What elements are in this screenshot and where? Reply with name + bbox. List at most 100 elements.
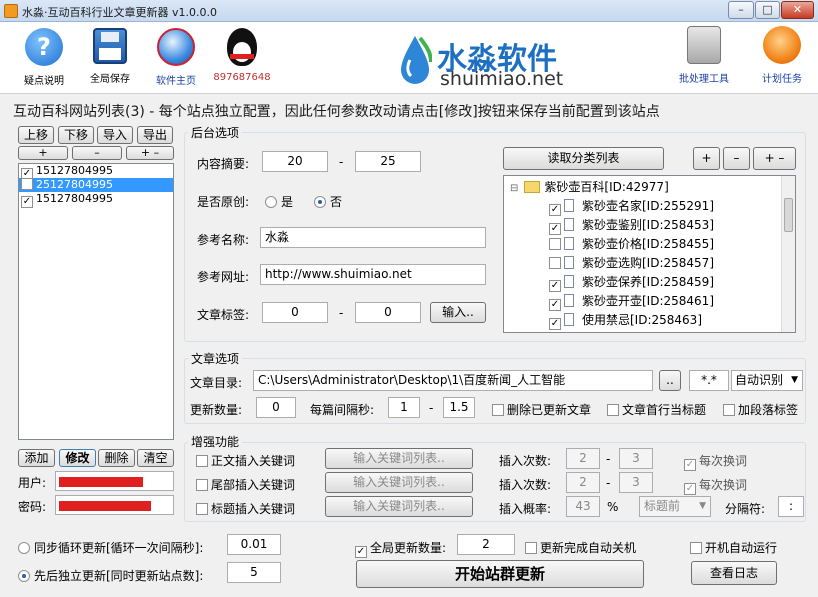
ref-url-input[interactable]: http://www.shuimiao.net [260,264,486,285]
tree-item[interactable]: ✓ 紫砂壶鉴别[ID:258453] [549,216,714,235]
title-keyword-list-button[interactable]: 输入关键词列表.. [325,496,473,517]
checkbox[interactable]: ✓ [355,546,367,558]
read-category-button[interactable]: 读取分类列表 [503,147,664,170]
scrollbar-thumb[interactable] [784,198,793,232]
category-tree[interactable]: ⊟ 紫砂壶百科[ID:42977] ✓ 紫砂壶名家[ID:255291] ✓ 紫砂壶鉴… [503,175,796,333]
import-button[interactable]: 导入 [97,126,133,144]
interval-max-input[interactable]: 1.5 [443,397,475,418]
tree-item[interactable]: 紫砂壶选购[ID:258457] [549,254,714,273]
checkbox[interactable] [525,542,537,554]
concurrent-sites-input[interactable]: 5 [227,562,281,583]
tree-root[interactable]: ⊟ 紫砂壶百科[ID:42977] [510,178,669,197]
checkbox[interactable] [607,404,619,416]
title-keyword-checkbox[interactable]: 标题插入关键词 [196,500,295,517]
summary-max-input[interactable]: 25 [355,151,421,172]
checkbox[interactable]: ✓ [549,280,561,292]
export-button[interactable]: 导出 [137,126,173,144]
interval-min-input[interactable]: 1 [388,397,420,418]
toggle-button[interactable]: + – [126,146,174,160]
save-button[interactable]: 全局保存 [78,28,142,85]
checkbox[interactable]: ✓ [549,318,561,330]
body-keyword-list-button[interactable]: 输入关键词列表.. [325,448,473,469]
password-input[interactable] [55,495,174,515]
article-dir-input[interactable]: C:\Users\Administrator\Desktop\1\百度新闻_人工… [253,370,653,391]
tail-each-checkbox[interactable]: ✓ 每次换词 [684,476,747,495]
checkbox[interactable] [549,238,561,250]
body-times-max[interactable]: 3 [619,448,653,469]
tag-min-input[interactable]: 0 [262,302,328,323]
browse-button[interactable]: .. [659,370,681,391]
tree-scrollbar[interactable] [781,176,795,332]
first-line-title-checkbox[interactable]: 文章首行当标题 [607,401,706,418]
maximize-button[interactable]: □ [755,1,780,19]
qq-button[interactable]: 897687648 [210,28,274,83]
checkbox[interactable] [196,479,208,491]
tree-item[interactable]: ✓ 紫砂壶保养[ID:258459] [549,273,714,292]
checkbox[interactable] [723,404,735,416]
help-button[interactable]: ? 疑点说明 [12,28,76,87]
sequential-radio[interactable]: 先后独立更新[同时更新站点数]: [18,567,203,584]
checkbox[interactable]: ✓ [21,196,33,208]
checkbox[interactable]: ✓ [549,204,561,216]
checkbox[interactable]: ✓ [549,299,561,311]
site-list-item[interactable]: ✓ 15127804995 [19,164,173,180]
body-each-checkbox[interactable]: ✓ 每次换词 [684,452,747,471]
ref-name-input[interactable]: 水淼 [260,227,486,248]
checkbox[interactable] [690,542,702,554]
checkbox[interactable]: ✓ [684,459,696,471]
checkbox[interactable] [196,503,208,515]
move-down-button[interactable]: 下移 [58,126,94,144]
sync-interval-input[interactable]: 0.01 [227,534,281,555]
close-button[interactable]: ✕ [781,1,814,19]
checkbox[interactable] [492,404,504,416]
modify-site-button[interactable]: 修改 [59,449,96,467]
tree-item[interactable]: 紫砂壶价格[ID:258455] [549,235,714,254]
encoding-select[interactable]: 自动识别 ▼ [731,370,803,391]
tag-max-input[interactable]: 0 [355,302,421,323]
view-log-button[interactable]: 查看日志 [691,561,777,585]
checkbox[interactable]: ✓ [549,223,561,235]
auto-start-checkbox[interactable]: 开机自动运行 [690,539,777,556]
tag-input-button[interactable]: 输入.. [430,302,486,323]
tree-item[interactable]: ✓ 紫砂壶名家[ID:255291] [549,197,714,216]
delete-updated-checkbox[interactable]: 删除已更新文章 [492,401,591,418]
clear-sites-button[interactable]: 清空 [137,449,174,467]
homepage-button[interactable]: 软件主页 [144,28,208,87]
tree-item[interactable]: ✓ 紫砂壶开壶[ID:258461] [549,292,714,311]
schedule-button[interactable]: 计划任务 [750,26,814,85]
collapse-button[interactable]: – [72,146,122,160]
tail-times-min[interactable]: 2 [566,472,600,493]
summary-min-input[interactable]: 20 [262,151,328,172]
sync-loop-radio[interactable]: 同步循环更新[循环一次间隔秒]: [18,539,203,556]
update-count-input[interactable]: 0 [256,397,296,418]
global-count-input[interactable]: 2 [457,534,515,555]
move-up-button[interactable]: 上移 [18,126,54,144]
checkbox[interactable]: ✓ [684,483,696,495]
category-collapse-button[interactable]: – [723,147,750,170]
body-times-min[interactable]: 2 [566,448,600,469]
insert-prob-input[interactable]: 43 [566,496,600,517]
category-expand-button[interactable]: + [693,147,720,170]
checkbox[interactable] [196,455,208,467]
add-para-tag-checkbox[interactable]: 加段落标签 [723,401,798,418]
site-list-item[interactable]: ✓ 15127804995 [19,192,173,208]
title-position-select[interactable]: 标题前 ▼ [639,496,711,517]
body-keyword-checkbox[interactable]: 正文插入关键词 [196,452,295,469]
expand-button[interactable]: + [18,146,68,160]
site-list-item[interactable]: 25127804995 [19,178,173,192]
start-update-button[interactable]: 开始站群更新 [356,560,644,588]
category-toggle-button[interactable]: + – [753,147,796,170]
tree-item[interactable]: ✓ 使用禁忌[ID:258463] [549,311,702,330]
minimize-button[interactable]: – [728,1,754,19]
auto-shutdown-checkbox[interactable]: 更新完成自动关机 [525,539,636,556]
original-yes-radio[interactable]: 是 [265,193,293,210]
global-count-checkbox[interactable]: ✓ 全局更新数量: [355,539,446,558]
radio[interactable] [265,196,277,208]
checkbox[interactable] [21,178,33,190]
add-site-button[interactable]: 添加 [18,449,55,467]
tail-keyword-checkbox[interactable]: 尾部插入关键词 [196,476,295,493]
tail-times-max[interactable]: 3 [619,472,653,493]
radio[interactable] [314,196,326,208]
original-no-radio[interactable]: 否 [314,193,342,210]
radio[interactable] [18,570,30,582]
